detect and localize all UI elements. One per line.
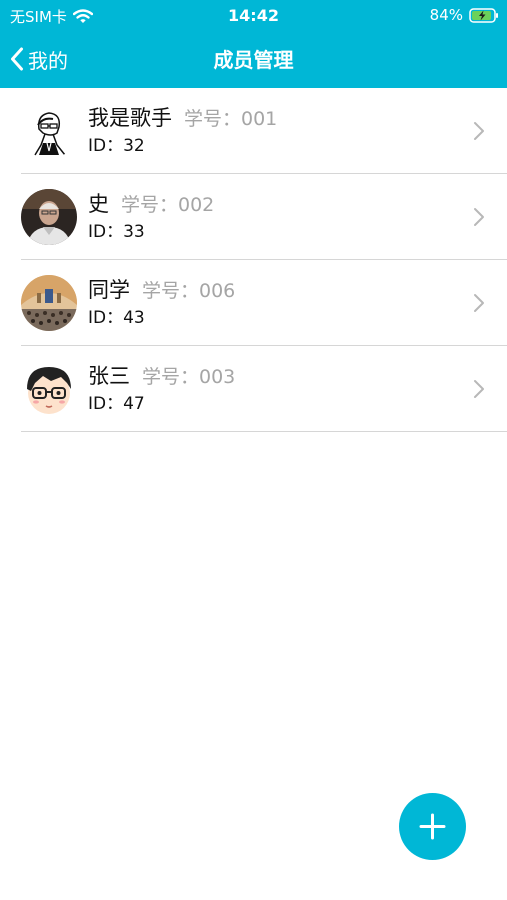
member-name-line: 同学 学号：006 [88,274,235,304]
chevron-right-icon [474,294,484,312]
chevron-right-icon [474,380,484,398]
row-divider [21,431,507,432]
member-name: 张三 [88,364,130,388]
avatar [21,189,77,245]
chevron-right-icon [474,122,484,140]
crowd-photo-avatar-icon [21,275,77,331]
member-student-number: 学号：001 [184,108,278,130]
member-row[interactable]: 史 学号：002 ID：33 [0,174,507,260]
member-id: ID：43 [88,308,145,328]
member-id: ID：32 [88,136,145,156]
header-bar: 无SIM卡 14:42 84% 我的 成员管理 [0,0,507,88]
member-name-line: 史 学号：002 [88,188,214,218]
member-student-number: 学号：003 [142,366,236,388]
member-row[interactable]: 张三 学号：003 ID：47 [0,346,507,432]
member-name-line: 我是歌手 学号：001 [88,102,277,132]
navigation-bar: 我的 成员管理 [0,32,507,88]
member-list: 我是歌手 学号：001 ID：32 史 学号：002 ID：33 同学 学号：0… [0,88,507,432]
avatar [21,103,77,159]
member-row[interactable]: 我是歌手 学号：001 ID：32 [0,88,507,174]
member-id: ID：47 [88,394,145,414]
battery-status: 84% [430,6,499,24]
member-name: 史 [88,192,109,216]
chevron-right-icon [474,208,484,226]
add-member-button[interactable] [399,793,466,860]
member-name-line: 张三 学号：003 [88,360,235,390]
member-name: 我是歌手 [88,106,172,130]
member-student-number: 学号：002 [121,194,215,216]
photo-portrait-avatar-icon [21,189,77,245]
page-title: 成员管理 [213,48,294,72]
avatar [21,361,77,417]
battery-percent: 84% [429,6,463,24]
status-bar: 无SIM卡 14:42 84% [0,0,507,32]
member-row[interactable]: 同学 学号：006 ID：43 [0,260,507,346]
plus-icon [419,813,446,840]
cartoon-face-avatar-icon [21,361,77,417]
member-name: 同学 [88,278,130,302]
member-id: ID：33 [88,222,145,242]
avatar [21,275,77,331]
battery-charging-icon [469,7,498,23]
member-student-number: 学号：006 [142,280,236,302]
sketch-portrait-avatar-icon [21,103,77,159]
